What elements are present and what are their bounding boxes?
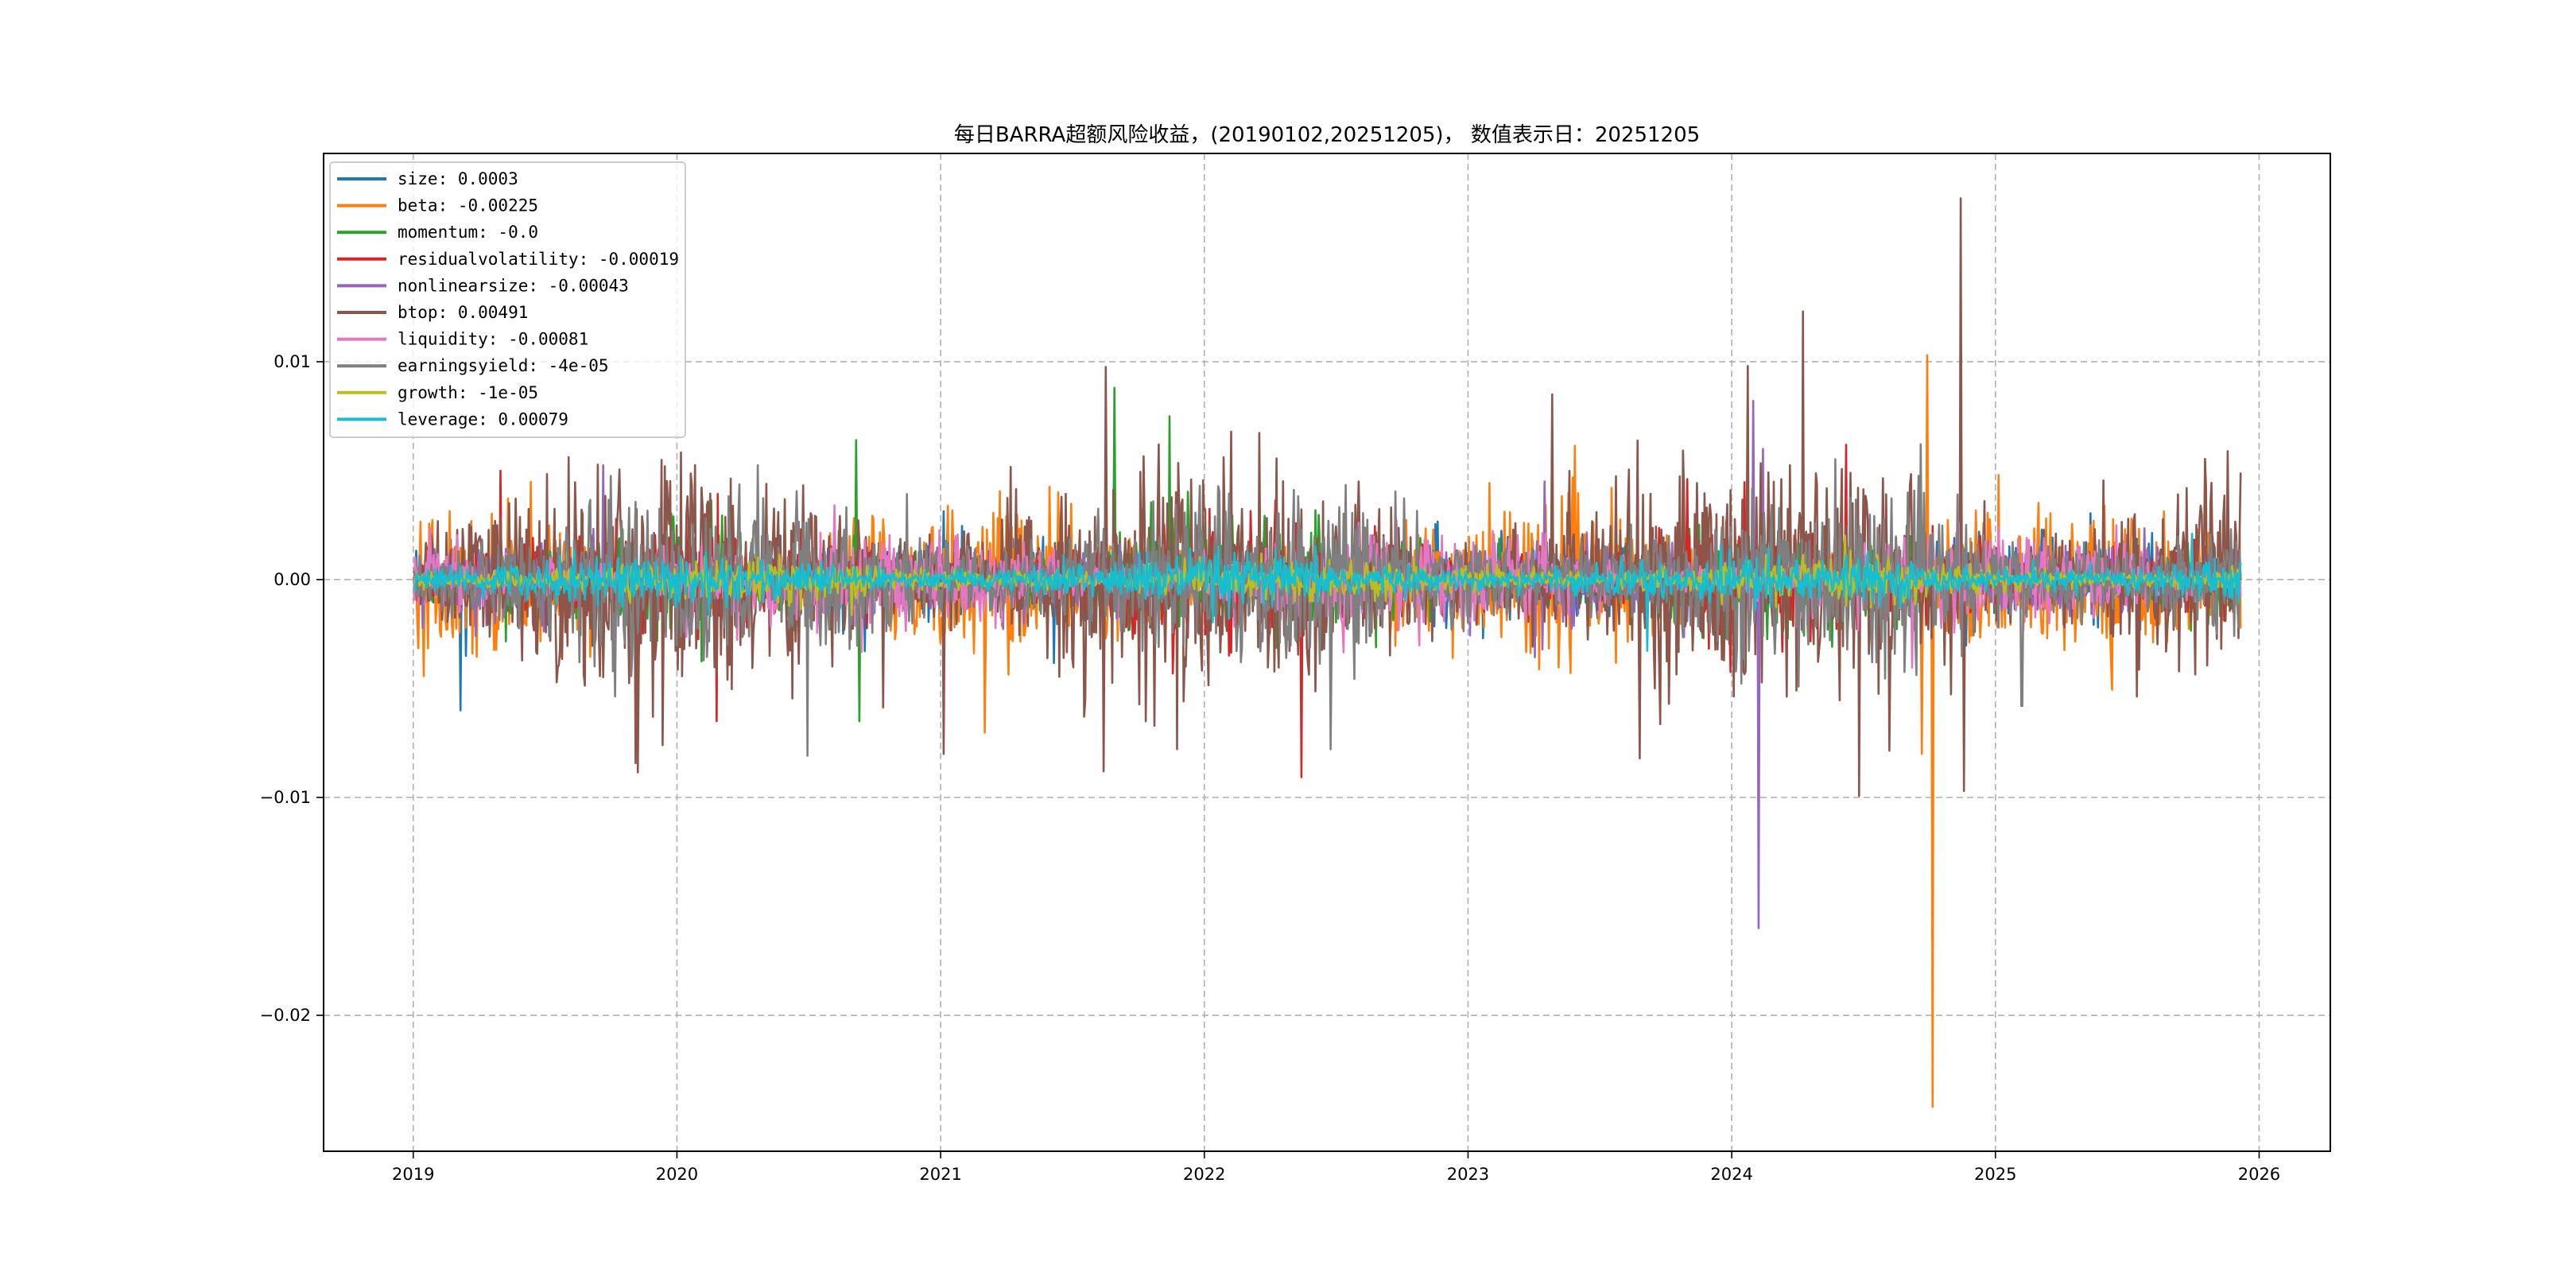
legend-label-residualvolatility: residualvolatility: -0.00019 (398, 250, 679, 269)
y-tick-label: 0.00 (274, 570, 311, 589)
legend-label-growth: growth: -1e-05 (398, 383, 538, 402)
series-line-earningsyield (413, 443, 2242, 757)
series-line-nonlinearsize (413, 399, 2242, 929)
barra-factor-return-chart: 每日BARRA超额风险收益，(20190102,20251205)， 数值表示日… (260, 123, 2331, 1184)
legend-label-btop: btop: 0.00491 (398, 303, 528, 322)
x-tick-label: 2026 (2238, 1165, 2280, 1184)
legend-label-liquidity: liquidity: -0.00081 (398, 330, 588, 349)
legend-label-nonlinearsize: nonlinearsize: -0.00043 (398, 276, 629, 295)
x-tick-label: 2020 (656, 1165, 698, 1184)
x-tick-label: 2023 (1447, 1165, 1489, 1184)
legend-label-momentum: momentum: -0.0 (398, 223, 538, 242)
axis-ticks: 2019 2020 2021 2022 2023 2024 2025 2026 0.01 0.00… (260, 352, 2281, 1184)
series-line-beta (413, 354, 2242, 1108)
x-tick-label: 2024 (1710, 1165, 1752, 1184)
series-line-btop (413, 197, 2242, 797)
legend-label-beta: beta: -0.00225 (398, 196, 538, 215)
y-tick-label: −0.01 (260, 788, 311, 807)
series-lines (413, 197, 2242, 1108)
legend-label-leverage: leverage: 0.00079 (398, 409, 568, 429)
legend-label-size: size: 0.0003 (398, 169, 518, 188)
x-tick-label: 2021 (919, 1165, 961, 1184)
x-tick-label: 2022 (1183, 1165, 1225, 1184)
legend-label-earningsyield: earningsyield: -4e-05 (398, 356, 609, 375)
x-tick-label: 2019 (392, 1165, 434, 1184)
y-tick-label: 0.01 (274, 352, 311, 371)
x-tick-label: 2025 (1974, 1165, 2016, 1184)
chart-title: 每日BARRA超额风险收益，(20190102,20251205)， 数值表示日… (954, 123, 1700, 147)
y-tick-label: −0.02 (260, 1006, 311, 1025)
legend: size: 0.0003 beta: -0.00225 momentum: -0.0… (329, 161, 686, 438)
